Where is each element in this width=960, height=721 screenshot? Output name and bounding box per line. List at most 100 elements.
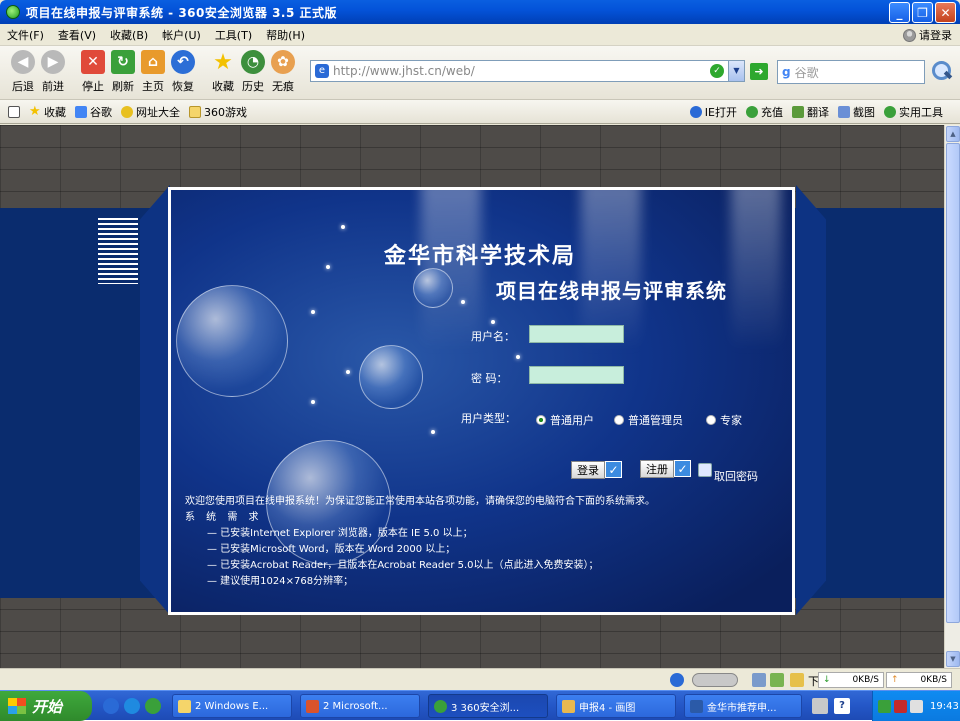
browser-quicklaunch-icon[interactable] — [124, 698, 140, 714]
search-input[interactable]: 谷歌 — [795, 64, 819, 81]
password-label: 密 码： — [471, 372, 508, 385]
menu-file[interactable]: 文件(F) — [0, 27, 51, 43]
menu-help[interactable]: 帮助(H) — [259, 27, 312, 43]
forward-button[interactable]: ▶ 前进 — [38, 50, 68, 94]
username-input[interactable] — [529, 325, 624, 343]
address-bar[interactable]: e http://www.jhst.cn/web/ ✓ ▼ — [310, 60, 745, 82]
google-icon — [75, 105, 87, 118]
fav-360-games-label: 360游戏 — [204, 105, 247, 119]
fav-url-directory-label: 网址大全 — [136, 105, 180, 119]
360-guard-icon[interactable] — [878, 699, 891, 713]
history-button[interactable]: ◔ 历史 — [238, 50, 268, 94]
left-fold — [140, 185, 170, 615]
task-paint[interactable]: 申报4 - 画图 — [556, 694, 676, 718]
menu-account[interactable]: 帐户(U) — [155, 27, 208, 43]
close-button[interactable]: ✕ — [935, 2, 956, 23]
browser-window: 项目在线申报与评审系统 - 360安全浏览器 3.5 正式版 _ ❐ ✕ 文件(… — [0, 0, 960, 721]
search-icon[interactable] — [930, 60, 952, 82]
word-icon — [690, 699, 703, 713]
task-label: 金华市推荐申... — [707, 702, 777, 714]
incognito-button[interactable]: ✿ 无痕 — [268, 50, 298, 94]
recharge-button[interactable]: 充值 — [746, 104, 783, 120]
menu-tools[interactable]: 工具(T) — [208, 27, 259, 43]
go-button[interactable]: ➜ — [750, 63, 768, 80]
radio-normal-user[interactable]: 普通用户 — [536, 412, 594, 428]
sparkle — [516, 355, 520, 359]
plus-icon — [884, 106, 896, 118]
stop-button[interactable]: ✕ 停止 — [78, 50, 108, 94]
image-status-icon[interactable] — [770, 673, 784, 687]
radio-admin[interactable]: 普通管理员 — [614, 412, 683, 428]
password-input[interactable] — [529, 366, 624, 384]
login-link[interactable]: 请登录 — [903, 27, 952, 43]
sparkle — [341, 225, 345, 229]
fav-google[interactable]: 谷歌 — [75, 104, 112, 120]
refresh-button[interactable]: ↻ 刷新 — [108, 50, 138, 94]
org-title: 金华市科学技术局 — [384, 244, 577, 269]
360-quicklaunch-icon[interactable] — [145, 698, 161, 714]
fav-url-directory[interactable]: 网址大全 — [121, 104, 180, 120]
forgot-password-link[interactable]: 取回密码 — [714, 468, 758, 484]
system-notice: 欢迎您使用项目在线申报系统！为保证您能正常使用本站各项功能，请确保您的电脑符合下… — [185, 494, 655, 590]
task-word[interactable]: 金华市推荐申... — [684, 694, 802, 718]
security-shield-icon[interactable]: ✓ — [710, 64, 724, 78]
requirement-item-acrobat-link[interactable]: — 已安装Acrobat Reader，且版本在Acrobat Reader 5… — [185, 558, 655, 574]
toggle-icon[interactable] — [692, 673, 738, 687]
task-windows-explorer[interactable]: 2 Windows E... — [172, 694, 292, 718]
volume-icon[interactable] — [910, 699, 923, 713]
stop-icon: ✕ — [81, 50, 105, 74]
tool-status-icon[interactable] — [790, 673, 804, 687]
home-button[interactable]: ⌂ 主页 — [138, 50, 168, 94]
light-beam — [731, 190, 781, 350]
translate-button[interactable]: 翻译 — [792, 104, 829, 120]
vertical-scrollbar[interactable]: ▲ ▼ — [944, 125, 960, 668]
menu-favorites[interactable]: 收藏(B) — [103, 27, 155, 43]
radio-normal-user-label: 普通用户 — [550, 414, 594, 427]
open-in-ie-button[interactable]: IE打开 — [689, 104, 737, 120]
favorites-button[interactable]: ★ 收藏 — [208, 50, 238, 94]
page-status-icon[interactable] — [752, 673, 766, 687]
address-dropdown-icon[interactable]: ▼ — [728, 61, 744, 81]
maximize-button[interactable]: ❐ — [912, 2, 933, 23]
start-button[interactable]: 开始 — [0, 691, 92, 721]
ie-status-icon[interactable] — [670, 673, 684, 687]
scroll-thumb[interactable] — [946, 143, 960, 623]
task-360-browser[interactable]: 3 360安全浏... — [428, 694, 548, 718]
search-box[interactable]: g 谷歌 — [777, 60, 925, 84]
sidebar-toggle[interactable] — [8, 105, 20, 118]
minimize-button[interactable]: _ — [889, 2, 910, 23]
radio-selected-icon — [536, 415, 546, 425]
favorites-bar: ★ 收藏 谷歌 网址大全 360游戏 IE打开 充值 翻译 截图 实用工具 — [0, 100, 960, 124]
web-content: 金华市科学技术局 项目在线申报与评审系统 用户名： 密 码： 用户类型： 普通用… — [0, 125, 944, 668]
title-bar[interactable]: 项目在线申报与评审系统 - 360安全浏览器 3.5 正式版 _ ❐ ✕ — [0, 0, 960, 24]
show-desktop-icon[interactable] — [812, 698, 828, 714]
restore-button[interactable]: ↶ 恢复 — [168, 50, 198, 94]
register-button[interactable]: 注册 — [640, 460, 674, 478]
refresh-label: 刷新 — [112, 80, 134, 93]
utilities-button[interactable]: 实用工具 — [884, 104, 943, 120]
star-icon: ★ — [213, 49, 233, 75]
antivirus-icon[interactable] — [894, 699, 907, 713]
ie-quicklaunch-icon[interactable] — [103, 698, 119, 714]
radio-expert[interactable]: 专家 — [706, 412, 742, 428]
address-input[interactable]: http://www.jhst.cn/web/ — [333, 64, 710, 78]
fav-favorites[interactable]: ★ 收藏 — [29, 104, 66, 120]
screenshot-button[interactable]: 截图 — [838, 104, 875, 120]
menu-view[interactable]: 查看(V) — [51, 27, 103, 43]
login-button[interactable]: 登录 — [571, 461, 605, 479]
task-microsoft[interactable]: 2 Microsoft... — [300, 694, 420, 718]
fav-360-games[interactable]: 360游戏 — [189, 104, 247, 120]
help-icon[interactable]: ? — [834, 698, 850, 714]
upload-speed: ↑ 0KB/S — [886, 672, 952, 688]
open-in-ie-label: IE打开 — [704, 106, 737, 119]
login-check-icon[interactable]: ✓ — [605, 461, 622, 478]
back-button[interactable]: ◀ 后退 — [8, 50, 38, 94]
stop-label: 停止 — [82, 80, 104, 93]
task-label: 2 Windows E... — [195, 700, 269, 712]
radio-icon — [614, 415, 624, 425]
register-check-icon[interactable]: ✓ — [674, 460, 691, 477]
fav-favorites-label: 收藏 — [44, 105, 66, 119]
scroll-up-icon[interactable]: ▲ — [946, 126, 960, 142]
clock[interactable]: 19:43 — [930, 701, 959, 712]
scroll-down-icon[interactable]: ▼ — [946, 651, 960, 667]
